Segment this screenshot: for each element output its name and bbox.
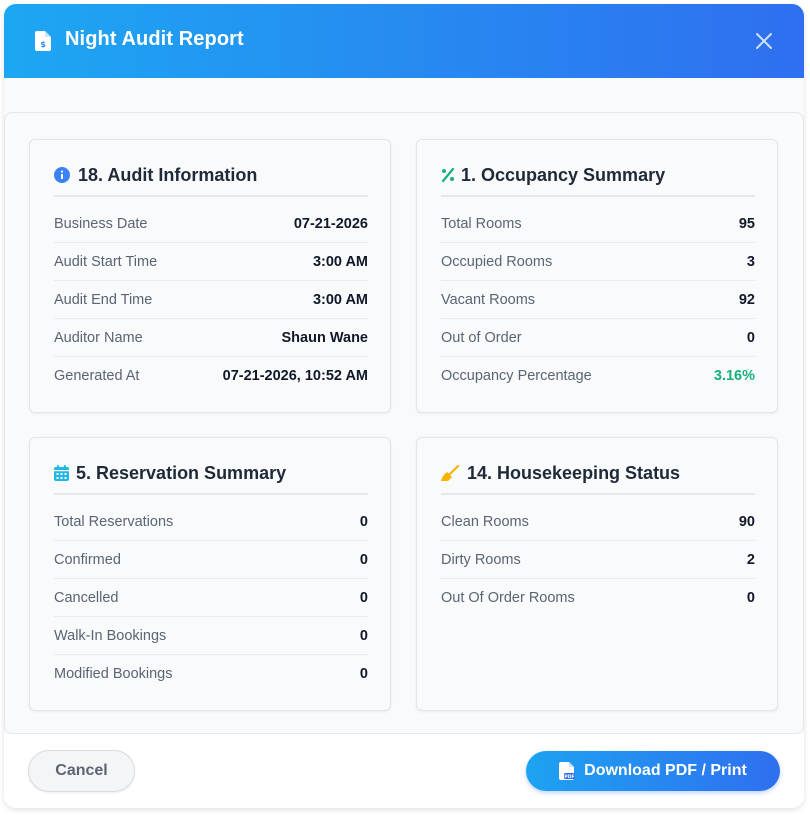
audit-information-card: 18. Audit Information Business Date 07-21… [29,139,391,413]
row-label: Occupancy Percentage [441,368,592,384]
modal-body: 18. Audit Information Business Date 07-21… [4,78,804,734]
row-label: Audit Start Time [54,253,158,270]
modal-title: Night Audit Report [65,28,244,50]
row-value: 90 [738,513,755,530]
list-item: Occupied Rooms 3 [441,243,755,281]
row-label: Out of Order [441,329,522,346]
report-content: 18. Audit Information Business Date 07-21… [4,112,804,734]
row-label: Walk-In Bookings [54,627,167,644]
row-value: Shaun Wane [281,329,368,346]
list-item: Confirmed 0 [54,541,368,579]
list-item: Walk-In Bookings 0 [54,617,368,655]
row-label: Vacant Rooms [441,291,536,308]
reservation-rows: Total Reservations 0 Confirmed 0 Cancelled… [54,503,368,693]
list-item: Occupancy Percentage 3.16% [441,357,755,395]
row-value: 3 [746,253,755,270]
occupancy-rows: Total Rooms 95 Occupied Rooms 3 Vacant Roo… [441,205,755,395]
row-value: 0 [359,513,368,530]
list-item: Out of Order 0 [441,319,755,357]
card-title: 14. Housekeeping Status [467,463,681,483]
card-title: 1. Occupancy Summary [461,165,666,185]
list-item: Out Of Order Rooms 0 [441,579,755,617]
list-item: Vacant Rooms 92 [441,281,755,319]
housekeeping-rows: Clean Rooms 90 Dirty Rooms 2 Out Of Order … [441,503,755,617]
occupancy-summary-card: 1. Occupancy Summary Total Rooms 95 Occup… [416,139,778,413]
file-invoice-icon: $ [35,31,51,51]
row-value: 95 [738,215,755,232]
row-label: Modified Bookings [54,666,173,682]
row-value: 92 [738,291,755,308]
row-value: 07-21-2026 [293,215,368,232]
list-item: Clean Rooms 90 [441,503,755,541]
list-item: Audit Start Time 3:00 AM [54,243,368,281]
row-label: Business Date [54,215,148,232]
occupancy-percentage-value: 3.16% [713,368,755,384]
file-pdf-icon: PDF [559,762,576,780]
cancel-button[interactable]: Cancel [28,750,135,792]
download-pdf-print-button[interactable]: PDF Download PDF / Print [526,751,780,791]
audit-rows: Business Date 07-21-2026 Audit Start Time… [54,205,368,395]
row-value: 0 [359,627,368,644]
row-value: 0 [359,551,368,568]
row-value: 0 [746,590,755,606]
list-item: Cancelled 0 [54,579,368,617]
list-item: Audit End Time 3:00 AM [54,281,368,319]
list-item: Total Rooms 95 [441,205,755,243]
row-value: 0 [359,666,368,682]
row-value: 0 [359,589,368,606]
row-label: Cancelled [54,589,119,606]
row-label: Auditor Name [54,329,143,346]
row-label: Total Reservations [54,513,174,530]
row-label: Occupied Rooms [441,253,553,270]
row-label: Dirty Rooms [441,551,521,568]
row-label: Generated At [54,368,140,384]
row-value: 0 [746,329,755,346]
list-item: Business Date 07-21-2026 [54,205,368,243]
card-header: 14. Housekeeping Status [441,462,755,495]
list-item: Dirty Rooms 2 [441,541,755,579]
calendar-icon [54,465,69,481]
card-title: 5. Reservation Summary [76,463,287,483]
svg-text:PDF: PDF [564,774,574,780]
row-label: Total Rooms [441,215,522,232]
row-label: Clean Rooms [441,513,529,530]
row-value: 3:00 AM [312,291,368,308]
download-button-label: Download PDF / Print [584,762,747,779]
list-item: Modified Bookings 0 [54,655,368,693]
percent-icon [441,167,455,183]
row-label: Confirmed [54,551,121,568]
card-header: 1. Occupancy Summary [441,164,755,197]
row-label: Out Of Order Rooms [441,590,575,606]
broom-icon [441,465,459,481]
row-value: 2 [746,551,755,568]
reservation-summary-card: 5. Reservation Summary Total Reservation… [29,437,391,711]
card-header: 18. Audit Information [54,164,368,197]
list-item: Generated At 07-21-2026, 10:52 AM [54,357,368,395]
list-item: Auditor Name Shaun Wane [54,319,368,357]
info-circle-icon [54,167,70,183]
row-value: 07-21-2026, 10:52 AM [222,368,368,384]
list-item: Total Reservations 0 [54,503,368,541]
close-icon[interactable] [755,32,773,50]
svg-text:$: $ [40,40,46,49]
modal-footer: Cancel PDF Download PDF / Print [4,734,804,808]
housekeeping-status-card: 14. Housekeeping Status Clean Rooms 90 Di… [416,437,778,711]
row-label: Audit End Time [54,291,153,308]
card-title: 18. Audit Information [78,165,258,185]
card-header: 5. Reservation Summary [54,462,368,495]
modal-header: $ Night Audit Report [4,4,804,78]
night-audit-modal: $ Night Audit Report 18. Audit Informati… [4,4,804,808]
row-value: 3:00 AM [312,253,368,270]
